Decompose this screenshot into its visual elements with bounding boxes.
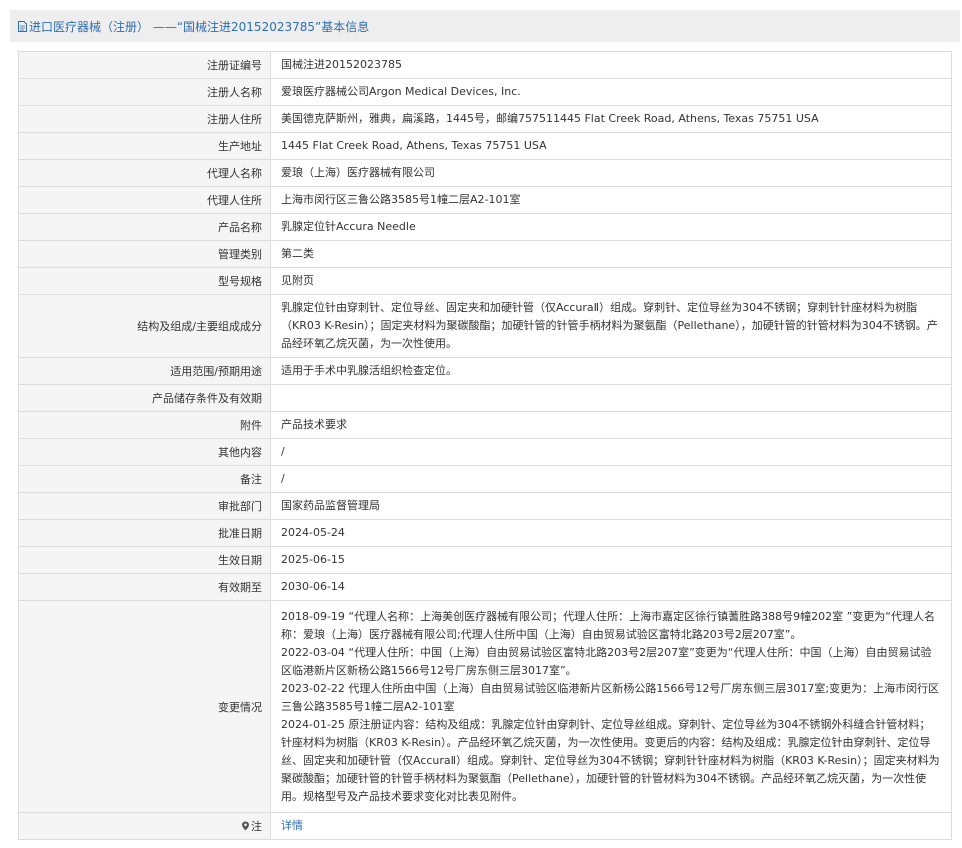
- note-label: 注: [251, 820, 262, 833]
- note-label-cell: 注: [18, 812, 271, 840]
- row-label: 变更情况: [18, 600, 271, 813]
- row-value: 2025-06-15: [270, 546, 952, 574]
- row-label: 批准日期: [18, 519, 271, 547]
- table-row: 适用范围/预期用途 适用于手术中乳腺活组织检查定位。: [18, 357, 952, 385]
- row-value: 2030-06-14: [270, 573, 952, 601]
- info-table: 注册证编号 国械注进20152023785 注册人名称 爱琅医疗器械公司Argon …: [18, 51, 952, 840]
- row-label: 其他内容: [18, 438, 271, 466]
- table-row: 代理人名称 爱琅（上海）医疗器械有限公司: [18, 159, 952, 187]
- change-entry: 2022-03-04 “代理人住所：中国（上海）自由贸易试验区富特北路203号2…: [281, 645, 932, 677]
- row-value: 适用于手术中乳腺活组织检查定位。: [270, 357, 952, 385]
- row-value: 见附页: [270, 267, 952, 295]
- page-title: 进口医疗器械（注册） ——“国械注进20152023785”基本信息: [29, 19, 370, 34]
- row-label: 备注: [18, 465, 271, 493]
- table-row: 生产地址 1445 Flat Creek Road, Athens, Texas …: [18, 132, 952, 160]
- row-label: 注册人住所: [18, 105, 271, 133]
- note-value-cell: 详情: [270, 812, 952, 840]
- table-row: 附件 产品技术要求: [18, 411, 952, 439]
- table-row: 管理类别 第二类: [18, 240, 952, 268]
- row-label: 管理类别: [18, 240, 271, 268]
- row-value: 国械注进20152023785: [270, 51, 952, 79]
- row-value: 2024-05-24: [270, 519, 952, 547]
- location-pin-icon: [242, 821, 249, 831]
- row-label: 型号规格: [18, 267, 271, 295]
- table-row: 注册证编号 国械注进20152023785: [18, 51, 952, 79]
- row-value: [270, 384, 952, 412]
- page-title-bar: 进口医疗器械（注册） ——“国械注进20152023785”基本信息: [10, 10, 960, 42]
- row-value: /: [270, 438, 952, 466]
- row-label: 生产地址: [18, 132, 271, 160]
- row-label: 代理人名称: [18, 159, 271, 187]
- table-row-changes: 变更情况 2018-09-19 “代理人名称：上海美创医疗器械有限公司；代理人住…: [18, 600, 952, 813]
- table-row: 审批部门 国家药品监督管理局: [18, 492, 952, 520]
- table-row: 代理人住所 上海市闵行区三鲁公路3585号1幢二层A2-101室: [18, 186, 952, 214]
- change-history: 2018-09-19 “代理人名称：上海美创医疗器械有限公司；代理人住所：上海市…: [270, 600, 952, 813]
- table-row: 注册人住所 美国德克萨斯州，雅典，扁溪路，1445号，邮编757511445 Fl…: [18, 105, 952, 133]
- table-row: 产品储存条件及有效期: [18, 384, 952, 412]
- document-icon: [18, 20, 27, 32]
- row-value: 产品技术要求: [270, 411, 952, 439]
- table-row: 备注 /: [18, 465, 952, 493]
- row-value: 乳腺定位针Accura Needle: [270, 213, 952, 241]
- change-entry: 2024-01-25 原注册证内容：结构及组成：乳腺定位针由穿刺针、定位导丝组成…: [281, 717, 940, 803]
- row-label: 有效期至: [18, 573, 271, 601]
- row-label: 产品储存条件及有效期: [18, 384, 271, 412]
- row-label: 注册人名称: [18, 78, 271, 106]
- row-label: 注册证编号: [18, 51, 271, 79]
- table-row: 其他内容 /: [18, 438, 952, 466]
- table-row: 注册人名称 爱琅医疗器械公司Argon Medical Devices, Inc.: [18, 78, 952, 106]
- row-label: 产品名称: [18, 213, 271, 241]
- table-row: 产品名称 乳腺定位针Accura Needle: [18, 213, 952, 241]
- table-row-note: 注 详情: [18, 812, 952, 840]
- row-label: 适用范围/预期用途: [18, 357, 271, 385]
- row-value: 乳腺定位针由穿刺针、定位导丝、固定夹和加硬针管（仅AccuraⅡ）组成。穿刺针、…: [270, 294, 952, 358]
- row-value: 国家药品监督管理局: [270, 492, 952, 520]
- row-value: 1445 Flat Creek Road, Athens, Texas 7575…: [270, 132, 952, 160]
- table-row: 型号规格 见附页: [18, 267, 952, 295]
- table-row: 有效期至 2030-06-14: [18, 573, 952, 601]
- row-value: 上海市闵行区三鲁公路3585号1幢二层A2-101室: [270, 186, 952, 214]
- row-label: 代理人住所: [18, 186, 271, 214]
- row-value: 第二类: [270, 240, 952, 268]
- row-value: /: [270, 465, 952, 493]
- change-entry: 2023-02-22 代理人住所由中国（上海）自由贸易试验区临港新片区新杨公路1…: [281, 681, 940, 713]
- details-link[interactable]: 详情: [281, 819, 303, 832]
- row-label: 审批部门: [18, 492, 271, 520]
- table-row: 结构及组成/主要组成成分 乳腺定位针由穿刺针、定位导丝、固定夹和加硬针管（仅Acc…: [18, 294, 952, 358]
- row-label: 生效日期: [18, 546, 271, 574]
- change-entry: 2018-09-19 “代理人名称：上海美创医疗器械有限公司；代理人住所：上海市…: [281, 609, 936, 641]
- row-label: 附件: [18, 411, 271, 439]
- table-row: 批准日期 2024-05-24: [18, 519, 952, 547]
- row-label: 结构及组成/主要组成成分: [18, 294, 271, 358]
- row-value: 美国德克萨斯州，雅典，扁溪路，1445号，邮编757511445 Flat Cr…: [270, 105, 952, 133]
- table-row: 生效日期 2025-06-15: [18, 546, 952, 574]
- row-value: 爱琅医疗器械公司Argon Medical Devices, Inc.: [270, 78, 952, 106]
- row-value: 爱琅（上海）医疗器械有限公司: [270, 159, 952, 187]
